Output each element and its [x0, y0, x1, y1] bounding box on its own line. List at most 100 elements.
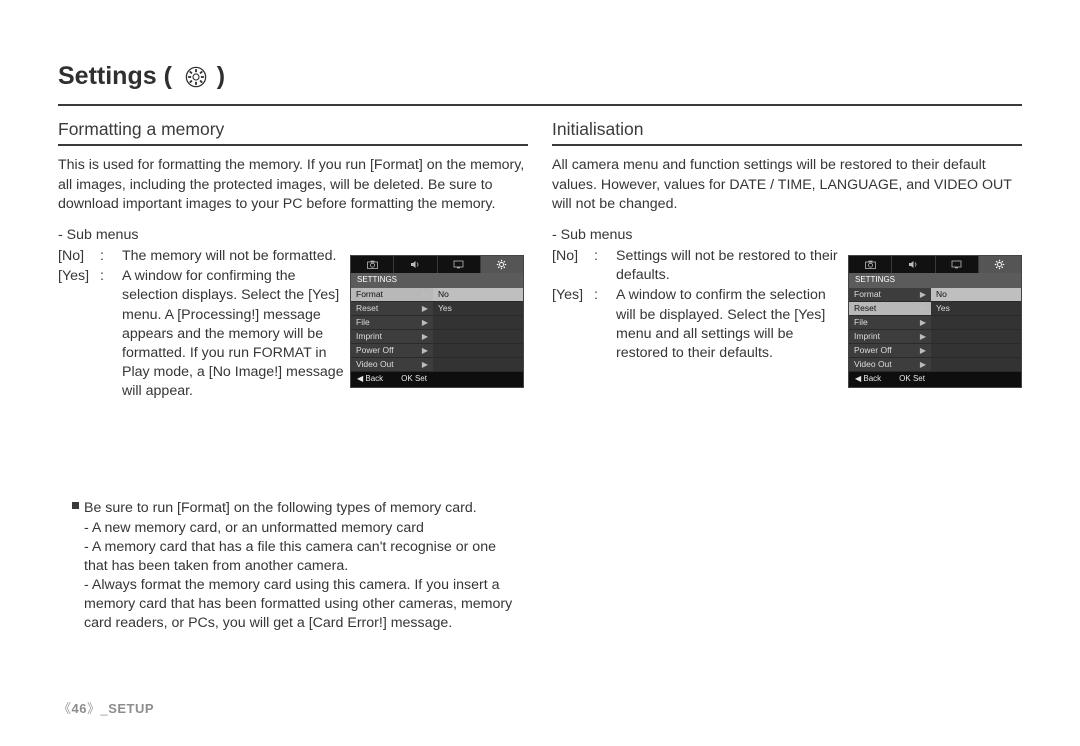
- tab-sound-icon: [394, 256, 437, 273]
- page-title-row: Settings (: [58, 60, 1022, 106]
- section-heading-initialisation: Initialisation: [552, 118, 1022, 147]
- menu-item-label: Imprint: [854, 330, 880, 343]
- tab-camera-icon: [351, 256, 394, 273]
- page-title-prefix: Settings (: [58, 62, 179, 90]
- menu-item-label: Reset: [854, 302, 876, 315]
- menu-foot-back: ◀ Back: [855, 374, 881, 385]
- menu-item: Power Off ▶: [351, 344, 433, 358]
- chevron-right-icon: ▶: [920, 288, 926, 301]
- menu-item-label: Video Out: [356, 358, 394, 371]
- menu-item: Video Out ▶: [849, 358, 931, 372]
- chevron-right-icon: ▶: [920, 330, 926, 343]
- menu-item-label: Format: [854, 288, 881, 301]
- menu-option-empty: [931, 358, 1021, 372]
- def-text: The memory will not be formatted.: [122, 247, 346, 266]
- tab-display-icon: [936, 256, 979, 273]
- menu-option-empty: [931, 344, 1021, 358]
- menu-foot-back: ◀ Back: [357, 374, 383, 385]
- def-text: A window to confirm the selection will b…: [616, 286, 840, 363]
- menu-item: Power Off ▶: [849, 344, 931, 358]
- menu-heading: SETTINGS: [849, 273, 1021, 288]
- chevron-right-icon: ▶: [920, 344, 926, 357]
- def-key: [Yes]: [552, 286, 594, 363]
- chevron-right-icon: ▶: [422, 302, 428, 315]
- menu-item-label: Imprint: [356, 330, 382, 343]
- menu-item-label: Format: [356, 288, 383, 301]
- footer-section: SETUP: [108, 701, 154, 716]
- page-number: 46: [72, 701, 87, 716]
- chevron-right-icon: ▶: [422, 288, 428, 301]
- menu-item: Imprint ▶: [351, 330, 433, 344]
- menu-item-label: Reset: [356, 302, 378, 315]
- tip-item: - Always format the memory card using th…: [84, 576, 520, 634]
- initialisation-intro: All camera menu and function settings wi…: [552, 156, 1022, 214]
- chevron-right-icon: ▶: [920, 302, 926, 315]
- menu-item: File ▶: [351, 316, 433, 330]
- menu-item: Reset ▶: [849, 302, 931, 316]
- def-key: [Yes]: [58, 267, 100, 401]
- tab-camera-icon: [849, 256, 892, 273]
- def-key: [No]: [552, 247, 594, 285]
- tab-sound-icon: [892, 256, 935, 273]
- def-row: [Yes] : A window to confirm the selectio…: [552, 286, 840, 363]
- square-bullet-icon: [66, 499, 84, 518]
- menu-item: Format ▶: [351, 288, 433, 302]
- menu-item: Imprint ▶: [849, 330, 931, 344]
- menu-item: Reset ▶: [351, 302, 433, 316]
- menu-item-label: Power Off: [854, 344, 892, 357]
- chevron-right-icon: ▶: [920, 358, 926, 371]
- menu-item-label: Power Off: [356, 344, 394, 357]
- menu-item: Format ▶: [849, 288, 931, 302]
- tab-settings-icon: [481, 256, 523, 273]
- chevron-right-icon: ▶: [422, 358, 428, 371]
- def-colon: :: [100, 267, 122, 401]
- def-row: [No] : The memory will not be formatted.: [58, 247, 346, 266]
- menu-foot-ok: OK Set: [401, 374, 427, 385]
- def-colon: :: [594, 247, 616, 285]
- menu-heading: SETTINGS: [351, 273, 523, 288]
- tab-settings-icon: [979, 256, 1021, 273]
- gear-icon: [185, 64, 207, 98]
- menu-foot-ok: OK Set: [899, 374, 925, 385]
- page-title-suffix: ): [217, 62, 225, 90]
- menu-option-empty: [433, 330, 523, 344]
- chevron-right-icon: ▶: [422, 316, 428, 329]
- page-footer: 《46》_SETUP: [58, 700, 154, 718]
- def-text: A window for confirming the selection di…: [122, 267, 346, 401]
- menu-item-label: File: [356, 316, 370, 329]
- menu-item: Video Out ▶: [351, 358, 433, 372]
- menu-item-label: Video Out: [854, 358, 892, 371]
- section-heading-formatting: Formatting a memory: [58, 118, 528, 147]
- menu-option-empty: [931, 316, 1021, 330]
- def-colon: :: [100, 247, 122, 266]
- menu-item: File ▶: [849, 316, 931, 330]
- menu-option-empty: [433, 344, 523, 358]
- menu-option: No: [433, 288, 523, 302]
- def-row: [Yes] : A window for confirming the sele…: [58, 267, 346, 401]
- def-text: Settings will not be restored to their d…: [616, 247, 840, 285]
- menu-option: Yes: [433, 302, 523, 316]
- submenus-label-right: - Sub menus: [552, 226, 1022, 245]
- def-colon: :: [594, 286, 616, 363]
- menu-option: No: [931, 288, 1021, 302]
- submenus-label-left: - Sub menus: [58, 226, 528, 245]
- def-key: [No]: [58, 247, 100, 266]
- chevron-right-icon: ▶: [422, 330, 428, 343]
- tip-lead-text: Be sure to run [Format] on the following…: [84, 499, 477, 518]
- tab-display-icon: [438, 256, 481, 273]
- tip-item: - A new memory card, or an unformatted m…: [84, 519, 520, 538]
- tip-item: - A memory card that has a file this cam…: [84, 538, 520, 576]
- camera-menu-screenshot-left: SETTINGS Format▶Reset▶File▶Imprint▶Power…: [350, 255, 524, 388]
- menu-option-empty: [433, 358, 523, 372]
- chevron-right-icon: ▶: [920, 316, 926, 329]
- menu-option: Yes: [931, 302, 1021, 316]
- def-row: [No] : Settings will not be restored to …: [552, 247, 840, 285]
- chevron-right-icon: ▶: [422, 344, 428, 357]
- tip-lead: Be sure to run [Format] on the following…: [66, 499, 520, 518]
- menu-item-label: File: [854, 316, 868, 329]
- formatting-intro: This is used for formatting the memory. …: [58, 156, 528, 214]
- camera-menu-screenshot-right: SETTINGS Format▶Reset▶File▶Imprint▶Power…: [848, 255, 1022, 388]
- page-title: Settings (: [58, 60, 225, 98]
- menu-option-empty: [433, 316, 523, 330]
- tips-box: Be sure to run [Format] on the following…: [58, 489, 528, 639]
